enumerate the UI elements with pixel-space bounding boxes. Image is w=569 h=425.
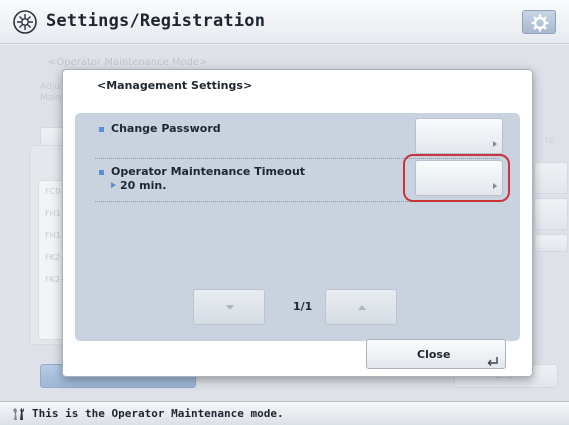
timeout-value: 20 min.: [111, 179, 166, 192]
arrow-right-icon: [493, 141, 497, 147]
settings-registration-icon: [12, 9, 38, 35]
header-bar: Settings/Registration: [0, 0, 569, 44]
status-bar: This is the Operator Maintenance mode.: [0, 401, 569, 425]
change-password-label: Change Password: [111, 122, 221, 135]
wrench-icon: [11, 406, 27, 425]
screen: Settings/Registration <Operator Maintena…: [0, 0, 569, 425]
arrow-up-icon: [358, 305, 366, 310]
close-button[interactable]: Close: [366, 339, 506, 369]
enter-icon: [487, 351, 499, 370]
status-message: This is the Operator Maintenance mode.: [32, 407, 284, 420]
management-settings-dialog: <Management Settings> Change Password Op…: [62, 69, 533, 377]
timeout-value-text: 20 min.: [120, 179, 167, 192]
page-title: Settings/Registration: [46, 11, 266, 31]
dialog-title: <Management Settings>: [97, 79, 253, 92]
arrow-down-icon: [226, 305, 234, 310]
page-up-button[interactable]: [325, 289, 397, 325]
bullet-icon: [99, 127, 104, 132]
bullet-icon: [99, 170, 104, 175]
page-down-button[interactable]: [193, 289, 265, 325]
page-indicator: 1/1: [293, 300, 313, 313]
arrow-right-icon: [111, 182, 116, 188]
highlight-ring: [403, 154, 510, 202]
settings-button[interactable]: [522, 10, 556, 34]
operator-timeout-label: Operator Maintenance Timeout: [111, 165, 306, 178]
close-button-label: Close: [417, 348, 451, 361]
change-password-button[interactable]: [415, 118, 503, 154]
